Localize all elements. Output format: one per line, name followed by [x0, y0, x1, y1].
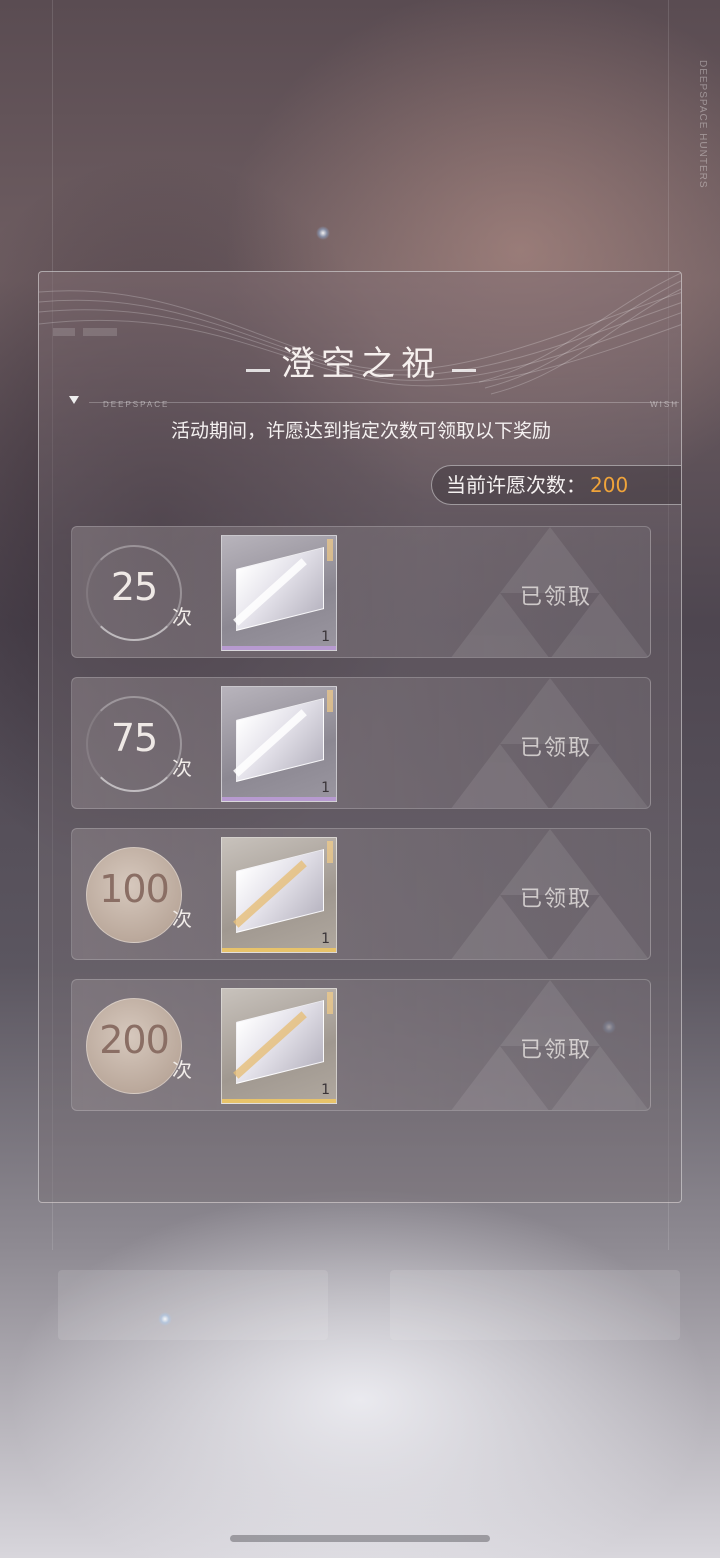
claim-status: 已领取 [520, 585, 593, 610]
reward-row[interactable]: 25 次 1 已领取 [71, 526, 651, 658]
triangle-icon [69, 396, 79, 404]
item-tag [327, 539, 333, 561]
gift-box-icon [236, 1000, 324, 1084]
background-card [390, 1270, 680, 1340]
reward-row[interactable]: 200 次 1 已领取 [71, 979, 651, 1111]
gift-box-icon [236, 849, 324, 933]
reward-item-card[interactable]: 1 [221, 837, 337, 953]
title-dash-right [452, 369, 477, 372]
rarity-bar [222, 948, 336, 952]
item-quantity: 1 [321, 629, 330, 645]
panel-title: 澄空之祝 [281, 344, 441, 384]
wish-count-badge: 当前许愿次数： 200 [431, 465, 681, 505]
item-quantity: 1 [321, 1082, 330, 1098]
milestone-number: 75 [110, 716, 158, 760]
brand-vertical-text: DEEPSPACE HUNTERS [697, 60, 708, 189]
wish-count-label: 当前许愿次数： [446, 473, 586, 497]
milestone-unit: 次 [172, 756, 192, 780]
home-indicator[interactable] [230, 1535, 490, 1542]
event-description: 活动期间，许愿达到指定次数可领取以下奖励 [170, 420, 551, 442]
light-glint [316, 226, 330, 240]
claim-status: 已领取 [520, 1038, 593, 1063]
divider-label-right: WISH [650, 400, 679, 409]
gift-box-icon [236, 698, 324, 782]
gift-box-icon [236, 547, 324, 631]
claim-status: 已领取 [520, 736, 593, 761]
panel-title-row: 澄空之祝 [39, 336, 681, 385]
background-card [58, 1270, 328, 1340]
item-tag [327, 841, 333, 863]
item-tag [327, 690, 333, 712]
divider-line [89, 402, 679, 403]
item-tag [327, 992, 333, 1014]
reward-row[interactable]: 100 次 1 已领取 [71, 828, 651, 960]
claim-status: 已领取 [520, 887, 593, 912]
wish-reward-panel: 澄空之祝 DEEPSPACE WISH 活动期间，许愿达到指定次数可领取以下奖励… [38, 271, 682, 1203]
reward-item-card[interactable]: 1 [221, 988, 337, 1104]
title-divider: DEEPSPACE WISH [69, 394, 679, 410]
rarity-bar [222, 797, 336, 801]
wish-count-value: 200 [590, 473, 629, 497]
reward-item-card[interactable]: 1 [221, 686, 337, 802]
reward-item-card[interactable]: 1 [221, 535, 337, 651]
item-quantity: 1 [321, 780, 330, 796]
milestone-number: 200 [99, 1018, 170, 1062]
rarity-bar [222, 1099, 336, 1103]
reward-row[interactable]: 75 次 1 已领取 [71, 677, 651, 809]
rarity-bar [222, 646, 336, 650]
milestone-unit: 次 [172, 1058, 192, 1082]
title-dash-left [245, 369, 270, 372]
milestone-unit: 次 [172, 907, 192, 931]
milestone-unit: 次 [172, 605, 192, 629]
milestone-number: 25 [110, 565, 158, 609]
item-quantity: 1 [321, 931, 330, 947]
divider-label-left: DEEPSPACE [103, 400, 170, 409]
milestone-number: 100 [99, 867, 170, 911]
